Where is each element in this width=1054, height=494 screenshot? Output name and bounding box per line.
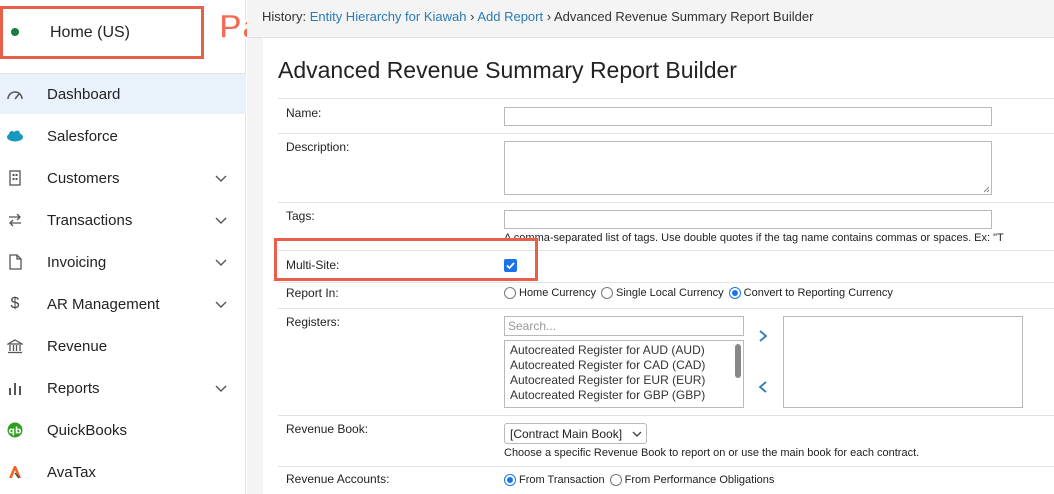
- radio-button[interactable]: [601, 287, 614, 299]
- building-icon: [6, 169, 24, 187]
- radio-button[interactable]: [609, 474, 622, 486]
- radio-label: Single Local Currency: [616, 287, 724, 299]
- sidebar-item-label: AR Management: [47, 295, 160, 313]
- radio-button[interactable]: [504, 287, 516, 299]
- row-divider: [278, 282, 1054, 283]
- sidebar: Home (US) Dashboard Salesforce Customers…: [0, 0, 246, 494]
- list-item[interactable]: Autocreated Register for GBP (GBP): [510, 388, 705, 402]
- breadcrumb-separator: ›: [546, 9, 552, 24]
- report-in-radio-group: Home Currency Single Local Currency Conv…: [504, 287, 898, 299]
- registers-label: Registers:: [286, 315, 341, 329]
- sidebar-item-dashboard[interactable]: Dashboard: [0, 74, 246, 114]
- breadcrumb: History: Entity Hierarchy for Kiawah › A…: [262, 9, 813, 24]
- registers-search-input[interactable]: Search...: [504, 316, 744, 336]
- bank-icon: [6, 337, 24, 355]
- row-divider: [278, 98, 1054, 99]
- sidebar-item-reports[interactable]: Reports: [0, 368, 246, 408]
- multisite-highlight-box: [274, 238, 538, 281]
- dollar-icon: $: [10, 295, 20, 312]
- report-in-label: Report In:: [286, 286, 339, 300]
- sidebar-item-label: Customers: [47, 169, 120, 187]
- chevron-down-icon: [215, 301, 227, 308]
- breadcrumb-separator: ›: [470, 9, 475, 24]
- resize-handle-icon[interactable]: [982, 185, 990, 193]
- chevron-left-icon[interactable]: [756, 380, 770, 394]
- chevron-down-icon: [215, 217, 227, 224]
- salesforce-cloud-icon: [6, 127, 24, 145]
- radio-label: From Transaction: [519, 474, 605, 486]
- sidebar-item-revenue[interactable]: Revenue: [0, 326, 246, 366]
- row-divider: [278, 415, 1054, 416]
- swap-arrows-icon: [6, 211, 24, 229]
- sidebar-item-avatax[interactable]: AvaTax: [0, 452, 246, 492]
- revenue-accounts-label: Revenue Accounts:: [286, 472, 390, 486]
- sidebar-item-transactions[interactable]: Transactions: [0, 200, 246, 240]
- row-divider: [278, 202, 1054, 203]
- description-textarea[interactable]: [504, 141, 992, 195]
- sidebar-item-label: QuickBooks: [47, 421, 128, 439]
- bar-chart-icon: [6, 379, 24, 397]
- chevron-down-icon: [632, 431, 642, 437]
- radio-label: From Performance Obligations: [624, 474, 775, 486]
- row-divider: [278, 466, 1054, 467]
- sidebar-item-label: Transactions: [47, 211, 133, 229]
- name-field[interactable]: [504, 107, 992, 126]
- avatax-icon: [6, 463, 24, 481]
- sidebar-item-salesforce[interactable]: Salesforce: [0, 116, 246, 156]
- list-item[interactable]: Autocreated Register for AUD (AUD): [510, 343, 705, 357]
- sidebar-item-label: Revenue: [47, 337, 108, 355]
- registers-available-list[interactable]: Autocreated Register for AUD (AUD) Autoc…: [504, 340, 744, 408]
- revenue-book-label: Revenue Book:: [286, 422, 369, 436]
- name-label: Name:: [286, 106, 322, 120]
- list-item[interactable]: Autocreated Register for EUR (EUR): [510, 373, 705, 387]
- radio-home-currency[interactable]: Home Currency: [504, 287, 596, 299]
- sidebar-item-customers[interactable]: Customers: [0, 158, 246, 198]
- list-item[interactable]: Autocreated Register for CAD (CAD): [510, 358, 705, 372]
- scrollbar-thumb[interactable]: [735, 344, 741, 378]
- sidebar-item-label: Reports: [47, 379, 100, 397]
- breadcrumb-current: Advanced Revenue Summary Report Builder: [553, 9, 814, 24]
- document-icon: [6, 253, 24, 271]
- description-label: Description:: [286, 140, 350, 154]
- chevron-down-icon: [215, 385, 227, 392]
- tags-field[interactable]: [504, 210, 992, 229]
- sidebar-item-label: Dashboard: [47, 85, 121, 103]
- revenue-book-select[interactable]: [Contract Main Book]: [504, 423, 647, 444]
- chevron-down-icon: [215, 175, 227, 182]
- breadcrumb-link-add-report[interactable]: Add Report: [477, 9, 543, 24]
- radio-convert-reporting-currency[interactable]: Convert to Reporting Currency: [728, 287, 893, 299]
- row-divider: [278, 133, 1054, 134]
- quickbooks-icon: qb: [6, 421, 24, 439]
- chevron-down-icon: [215, 259, 227, 266]
- entity-highlight-box: [0, 6, 204, 59]
- sidebar-item-invoicing[interactable]: Invoicing: [0, 242, 246, 282]
- breadcrumb-prefix: History:: [262, 9, 307, 24]
- tags-hint: A comma-separated list of tags. Use doub…: [504, 232, 1004, 244]
- radio-from-transaction[interactable]: From Transaction: [504, 474, 605, 486]
- sidebar-item-quickbooks[interactable]: qb QuickBooks: [0, 410, 246, 450]
- revenue-accounts-radio-group: From Transaction From Performance Obliga…: [504, 474, 779, 486]
- tags-label: Tags:: [286, 209, 315, 223]
- row-divider: [278, 308, 1054, 309]
- sidebar-item-label: Salesforce: [47, 127, 118, 145]
- sidebar-item-label: Invoicing: [47, 253, 107, 271]
- content-gutter: [247, 38, 263, 494]
- chevron-right-icon[interactable]: [756, 329, 770, 343]
- sidebar-item-label: AvaTax: [47, 463, 96, 481]
- revenue-book-value: [Contract Main Book]: [510, 427, 623, 441]
- page-title: Advanced Revenue Summary Report Builder: [278, 57, 737, 83]
- gauge-icon: [6, 85, 24, 103]
- radio-label: Home Currency: [519, 287, 597, 299]
- svg-text:qb: qb: [9, 427, 22, 437]
- breadcrumb-link-hierarchy[interactable]: Entity Hierarchy for Kiawah: [310, 9, 467, 24]
- radio-from-performance-obligations[interactable]: From Performance Obligations: [609, 474, 775, 486]
- sidebar-item-ar-management[interactable]: $ AR Management: [0, 284, 246, 324]
- radio-single-local-currency[interactable]: Single Local Currency: [601, 287, 724, 299]
- radio-button[interactable]: [504, 474, 516, 486]
- revenue-book-hint: Choose a specific Revenue Book to report…: [504, 447, 920, 459]
- radio-label: Convert to Reporting Currency: [743, 287, 893, 299]
- radio-button[interactable]: [728, 287, 741, 299]
- registers-selected-list[interactable]: [783, 316, 1023, 408]
